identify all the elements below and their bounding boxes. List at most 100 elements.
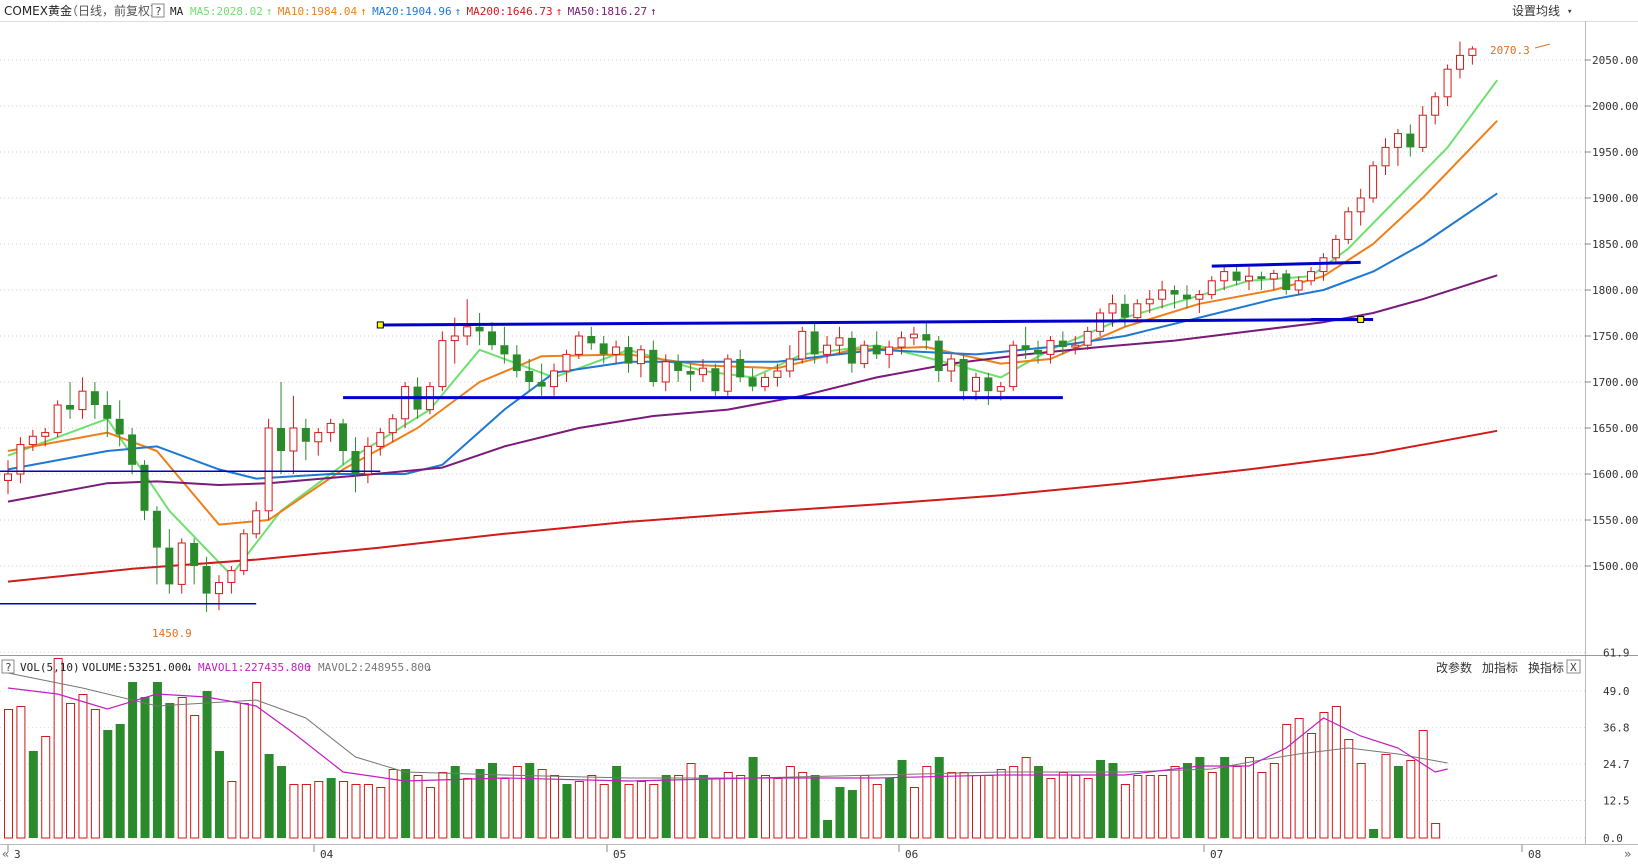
volume-bar [165,703,175,838]
candle [388,414,397,442]
candle-body [28,435,37,446]
volume-bar [66,703,76,839]
volume-bar [736,775,746,839]
price-tick-label: 1700.00 [1592,376,1638,389]
candle [1431,92,1440,125]
candle [1369,161,1378,203]
volume-bar [90,709,100,839]
ma-legend-item: MA200:1646.73 [467,5,553,18]
candle [401,382,410,428]
candle-body [363,445,372,475]
time-axis: « » 3 04 05 06 07 08 [2,845,1631,861]
scroll-right-icon[interactable]: » [1624,847,1631,861]
candle [959,354,968,401]
volume-bar [947,772,957,839]
volume-bar [1393,766,1403,838]
candle-body [1393,133,1402,148]
ma-legend-arrow-icon: ↑ [650,5,657,18]
volume-bar [413,775,423,839]
help-icon[interactable]: ? [155,5,162,18]
candle-body [1182,294,1191,300]
candle-body [512,354,521,371]
volume-bar [289,784,299,839]
candle [1170,285,1179,309]
candle-body [661,361,670,383]
candle [463,299,472,346]
candle [934,336,943,382]
candle-body [1207,280,1216,296]
time-tick-label: 3 [14,848,21,861]
vol-help-icon[interactable]: ? [5,661,12,674]
volume-tick-label: 36.8 [1603,722,1630,735]
ma-label: MA [170,5,184,18]
candle-body [115,418,124,435]
candle-body [1158,289,1167,300]
volume-bar [363,784,373,839]
candle-body [1108,303,1117,314]
volume-bar [4,709,13,839]
volume-bar [16,706,26,839]
candle-body [487,331,496,346]
candle-body [301,428,310,442]
candle-body [1418,114,1427,148]
candle-body [438,340,447,388]
add-indicator-button[interactable]: 加指标 [1482,660,1518,675]
candle-body [252,510,261,535]
volume-bar [934,757,944,838]
volume-bar [1120,784,1130,839]
volume-tick-label: 12.5 [1603,795,1630,808]
candle [636,345,645,378]
volume-axis-labels: 61.9 49.0 36.8 24.7 12.5 0.0 [1603,646,1630,845]
volume-bar [537,769,547,839]
candle [1443,64,1452,106]
candle [326,418,335,442]
volume-bar [512,766,522,839]
candle-body [41,432,50,437]
candle-body [885,346,894,355]
chevron-down-icon[interactable]: ▾ [1567,7,1572,17]
candle [823,336,832,364]
volume-bar [1046,778,1056,839]
volume-bar [1294,718,1304,839]
change-params-button[interactable]: 改参数 [1436,660,1472,675]
candle [1393,129,1402,166]
volume-bar [661,775,671,838]
candle [475,313,484,346]
candle-body [922,334,931,341]
volume-bar [202,691,212,838]
mavol2-arrow-icon: ↓ [426,661,433,674]
chart-canvas[interactable]: 2050.00 2000.00 1950.00 1900.00 1850.00 1800.… [0,0,1638,864]
candle-body [909,333,918,339]
close-icon[interactable]: X [1570,661,1577,674]
time-tick-label: 04 [320,848,334,861]
candle [1009,340,1018,392]
volume-bar [835,787,845,838]
candle-body [463,326,472,337]
candle-body [674,361,683,371]
candle [264,418,273,520]
candle [1381,138,1390,175]
candle [165,529,174,594]
price-tick-label: 1650.00 [1592,422,1638,435]
candle-body [1282,273,1291,290]
candle-body [202,566,211,594]
candle-body [16,444,25,475]
volume-bar [971,775,981,839]
chart-header: COMEX黄金 （日线，前复权） ? MA MA5:2028.02 ↑ MA10:1… [4,3,1572,18]
switch-indicator-button[interactable]: 换指标 [1528,660,1564,675]
volume-bar [1381,754,1391,839]
volume-bar [438,772,448,839]
candle [140,460,149,520]
volume-bar [314,781,324,839]
price-tick-label: 1500.00 [1592,560,1638,573]
candle [1468,46,1477,65]
candle-body [177,542,186,585]
candle-body [314,432,323,443]
mavol1-value: MAVOL1:227435.800 [198,661,311,674]
volume-bar [140,697,150,838]
settings-ma-button[interactable]: 设置均线 [1512,4,1560,18]
ma-legend-item: MA50:1816.27 [568,5,647,18]
high-pointer [1534,43,1551,49]
candle [1344,207,1353,244]
candle-body [1269,272,1278,280]
